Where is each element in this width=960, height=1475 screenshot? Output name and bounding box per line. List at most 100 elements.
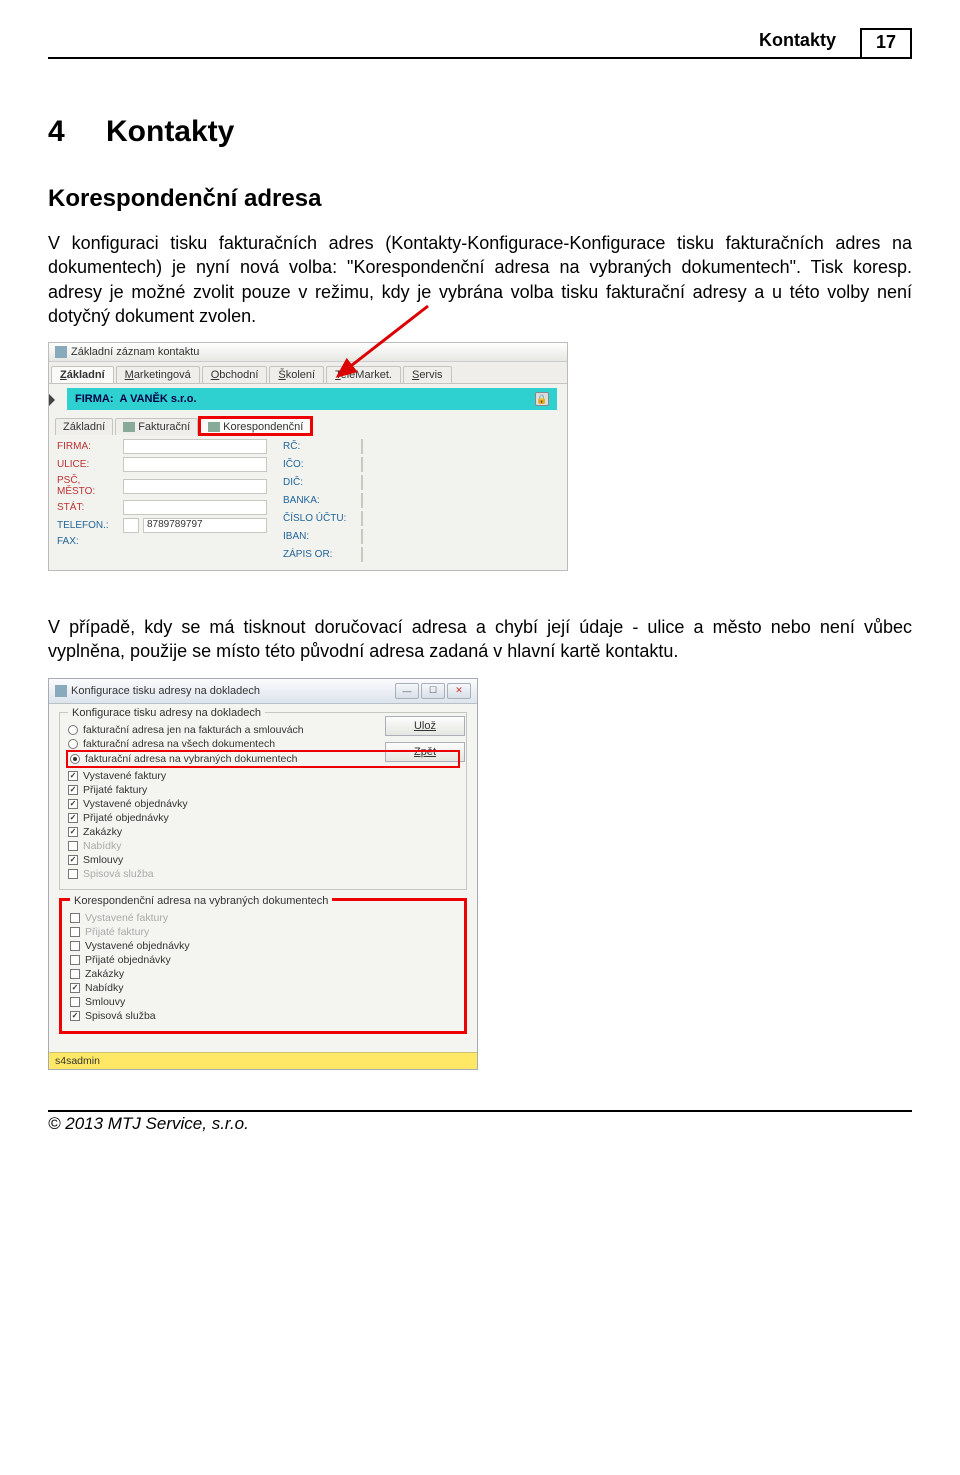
- close-button[interactable]: ✕: [447, 683, 471, 699]
- checkbox-option[interactable]: Vystavené faktury: [68, 769, 458, 783]
- checkbox-icon: [70, 997, 80, 1007]
- chapter-number: 4: [48, 115, 106, 149]
- app-icon: [55, 346, 67, 358]
- group-koresp-address: Korespondenční adresa na vybraných dokum…: [59, 898, 467, 1034]
- top-tab[interactable]: Školení: [269, 366, 324, 383]
- dialog-titlebar: Konfigurace tisku adresy na dokladech — …: [49, 679, 477, 704]
- radio-option[interactable]: fakturační adresa na všech dokumentech: [68, 737, 458, 751]
- checkbox-option[interactable]: Zakázky: [70, 967, 456, 981]
- field-input[interactable]: [361, 547, 363, 562]
- checkbox-option: Vystavené faktury: [70, 911, 456, 925]
- checkbox-option[interactable]: Smlouvy: [70, 995, 456, 1009]
- field-input[interactable]: [361, 457, 363, 472]
- mid-tabs: ZákladníFakturačníKorespondenční: [49, 414, 567, 435]
- firma-value: A VANĚK s.r.o.: [120, 393, 530, 405]
- window-title: Základní záznam kontaktu: [71, 346, 199, 358]
- field-input[interactable]: [361, 529, 363, 544]
- field-input[interactable]: [361, 493, 363, 508]
- tab-icon: [123, 422, 135, 432]
- maximize-button[interactable]: ☐: [421, 683, 445, 699]
- form-field: BANKA:: [283, 493, 363, 508]
- checkbox-label: Smlouvy: [83, 854, 123, 866]
- checkbox-option[interactable]: Přijaté objednávky: [68, 811, 458, 825]
- callout-arrow-icon: [328, 298, 448, 388]
- field-input[interactable]: [361, 439, 363, 454]
- page-header: Kontakty 17: [48, 28, 912, 59]
- checkbox-label: Přijaté faktury: [83, 784, 147, 796]
- form-field-telefon: TELEFON.: 8789789797: [57, 518, 267, 533]
- field-label: TELEFON.:: [57, 520, 119, 531]
- radio-label: fakturační adresa na vybraných dokumente…: [85, 753, 297, 765]
- field-input[interactable]: [123, 500, 267, 515]
- checkbox-label: Nabídky: [85, 982, 124, 994]
- nav-arrow-icon[interactable]: [49, 394, 57, 406]
- radio-icon: [70, 754, 80, 764]
- checkbox-option[interactable]: Vystavené objednávky: [70, 939, 456, 953]
- checkbox-option[interactable]: Vystavené objednávky: [68, 797, 458, 811]
- mid-tab[interactable]: Fakturační: [115, 418, 198, 435]
- checkbox-option: Nabídky: [68, 839, 458, 853]
- checkbox-option[interactable]: Přijaté objednávky: [70, 953, 456, 967]
- paragraph-1: V konfiguraci tisku fakturačních adres (…: [48, 231, 912, 328]
- paragraph-2: V případě, kdy se má tisknout doručovací…: [48, 615, 912, 664]
- checkbox-icon: [68, 785, 78, 795]
- field-input[interactable]: [123, 479, 267, 494]
- field-input[interactable]: [361, 475, 363, 490]
- checkbox-icon: [68, 827, 78, 837]
- top-tabs: ZákladníMarketingováObchodníŠkoleníTeleM…: [49, 362, 567, 384]
- field-label: IČO:: [283, 459, 357, 470]
- field-input[interactable]: 8789789797: [143, 518, 267, 533]
- checkbox-icon: [68, 799, 78, 809]
- checkbox-option[interactable]: Smlouvy: [68, 853, 458, 867]
- checkbox-label: Přijaté objednávky: [85, 954, 171, 966]
- radio-option[interactable]: fakturační adresa jen na fakturách a sml…: [68, 723, 458, 737]
- group2-title: Korespondenční adresa na vybraných dokum…: [70, 895, 332, 907]
- checkbox-label: Vystavené objednávky: [83, 798, 188, 810]
- field-input[interactable]: [123, 457, 267, 472]
- checkbox-icon: [68, 813, 78, 823]
- section-subheading: Korespondenční adresa: [48, 185, 912, 213]
- form-field: ČÍSLO ÚČTU:: [283, 511, 363, 526]
- page-footer: © 2013 MTJ Service, s.r.o.: [48, 1110, 912, 1134]
- checkbox-option[interactable]: Zakázky: [68, 825, 458, 839]
- form-field: IČO:: [283, 457, 363, 472]
- mid-tab[interactable]: Základní: [55, 418, 113, 435]
- group-address-config: Konfigurace tisku adresy na dokladech fa…: [59, 712, 467, 890]
- field-label: PSČ, MĚSTO:: [57, 475, 119, 497]
- top-tab[interactable]: Základní: [51, 366, 114, 383]
- dialog-title: Konfigurace tisku adresy na dokladech: [71, 685, 260, 697]
- top-tab[interactable]: Marketingová: [116, 366, 200, 383]
- checkbox-option[interactable]: Nabídky: [70, 981, 456, 995]
- field-label: ZÁPIS OR:: [283, 549, 357, 560]
- checkbox-icon: [70, 913, 80, 923]
- checkbox-icon: [70, 969, 80, 979]
- lock-icon[interactable]: 🔒: [535, 392, 549, 406]
- checkbox-option[interactable]: Přijaté faktury: [68, 783, 458, 797]
- checkbox-label: Zakázky: [85, 968, 124, 980]
- radio-option[interactable]: fakturační adresa na vybraných dokumente…: [70, 752, 456, 766]
- field-label: RČ:: [283, 441, 357, 452]
- field-input[interactable]: [361, 511, 363, 526]
- field-label: ULICE:: [57, 459, 119, 470]
- checkbox-label: Spisová služba: [85, 1010, 156, 1022]
- form-field: FIRMA:: [57, 439, 267, 454]
- field-label: FAX:: [57, 536, 119, 547]
- checkbox-option[interactable]: Spisová služba: [70, 1009, 456, 1023]
- phone-icon[interactable]: [123, 518, 139, 533]
- top-tab[interactable]: Obchodní: [202, 366, 268, 383]
- checkbox-label: Přijaté objednávky: [83, 812, 169, 824]
- window-titlebar: Základní záznam kontaktu: [49, 343, 567, 362]
- checkbox-icon: [70, 941, 80, 951]
- checkbox-icon: [68, 771, 78, 781]
- checkbox-label: Nabídky: [83, 840, 122, 852]
- field-label: ČÍSLO ÚČTU:: [283, 513, 357, 524]
- field-input[interactable]: [123, 439, 267, 454]
- checkbox-label: Spisová služba: [83, 868, 154, 880]
- mid-tab[interactable]: Korespondenční: [200, 418, 311, 435]
- checkbox-icon: [68, 869, 78, 879]
- tab-icon: [208, 422, 220, 432]
- checkbox-label: Vystavené objednávky: [85, 940, 190, 952]
- checkbox-icon: [70, 927, 80, 937]
- minimize-button[interactable]: —: [395, 683, 419, 699]
- chapter-title: Kontakty: [106, 115, 234, 149]
